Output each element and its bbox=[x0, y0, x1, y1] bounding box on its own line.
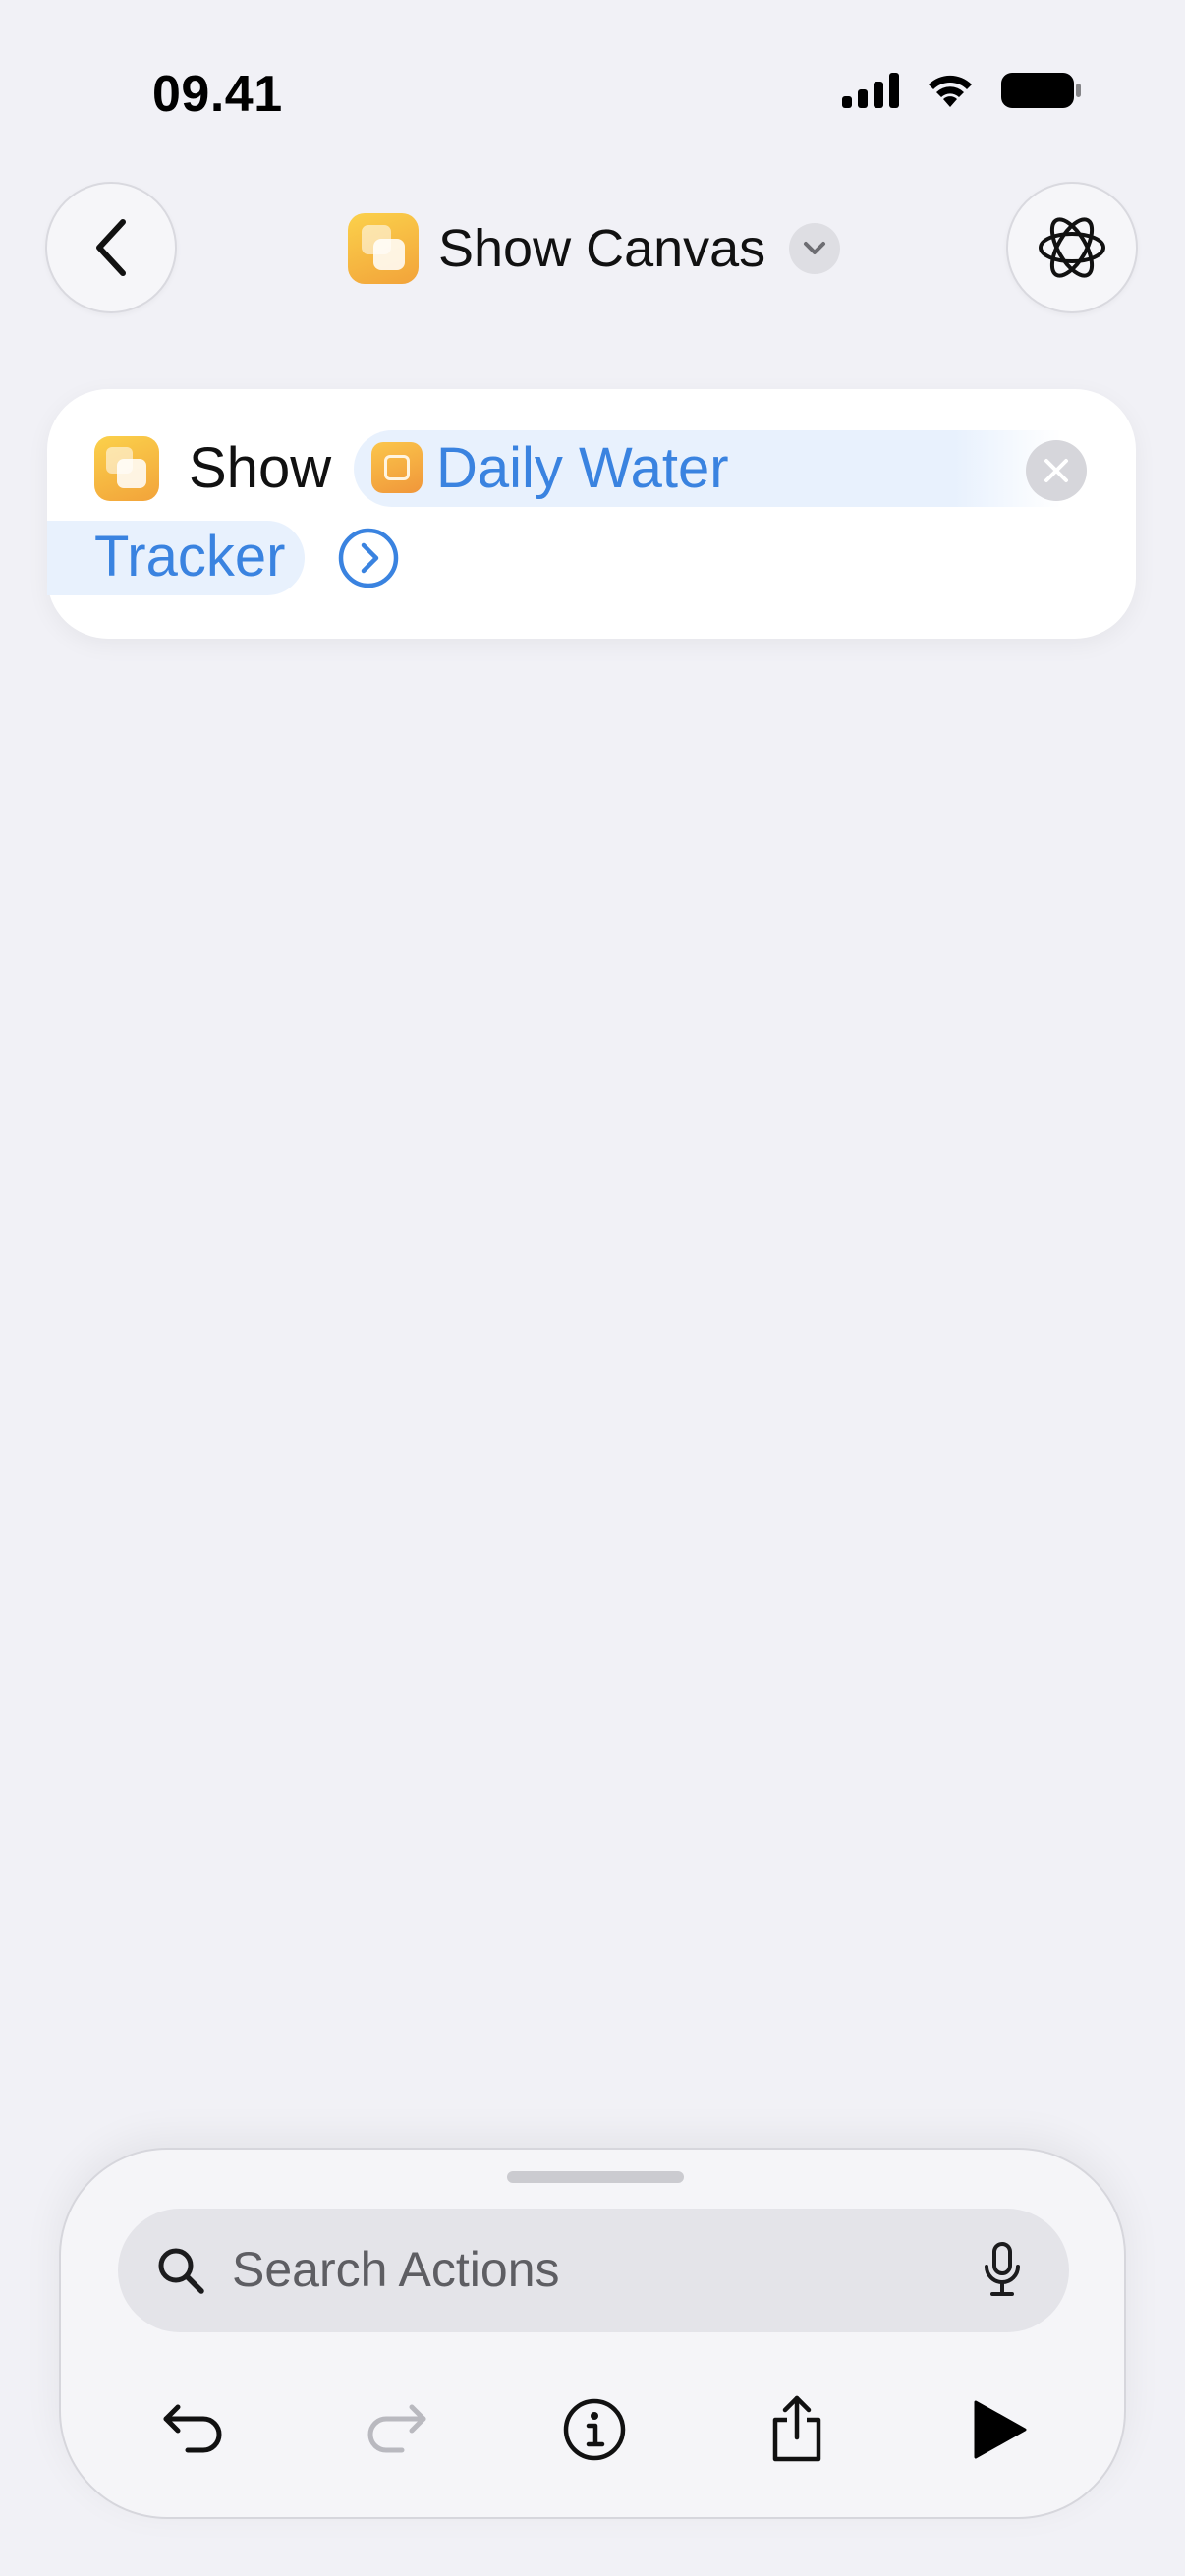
actions-bottom-sheet[interactable]: Search Actions bbox=[59, 2148, 1126, 2519]
back-button[interactable] bbox=[45, 182, 177, 313]
action-verb: Show bbox=[189, 436, 332, 500]
apple-intelligence-button[interactable] bbox=[1006, 182, 1138, 313]
share-icon bbox=[772, 2395, 821, 2462]
run-shortcut-button[interactable] bbox=[955, 2385, 1044, 2474]
search-actions-field[interactable]: Search Actions bbox=[118, 2209, 1069, 2332]
chevron-down-icon bbox=[804, 242, 826, 254]
redo-button[interactable] bbox=[352, 2385, 440, 2474]
close-icon bbox=[1044, 459, 1068, 482]
canvas-app-icon bbox=[94, 436, 159, 501]
parameter-text-line1[interactable]: Daily Water bbox=[436, 436, 729, 501]
parameter-text-line2[interactable]: Tracker bbox=[94, 525, 285, 589]
canvas-app-icon bbox=[348, 213, 419, 284]
redo-icon bbox=[367, 2404, 426, 2453]
status-icons bbox=[842, 71, 1082, 110]
sheet-grabber[interactable] bbox=[507, 2171, 684, 2183]
info-button[interactable] bbox=[550, 2385, 639, 2474]
wifi-icon bbox=[929, 75, 972, 107]
chevron-left-icon bbox=[96, 219, 126, 276]
status-time: 09.41 bbox=[152, 66, 283, 123]
clear-parameter-button[interactable] bbox=[1026, 440, 1087, 501]
shortcut-title-menu[interactable]: Show Canvas bbox=[348, 212, 841, 285]
microphone-icon[interactable] bbox=[983, 2241, 1022, 2298]
cellular-signal-icon bbox=[842, 73, 899, 108]
show-action-card[interactable]: Show Daily Water Tracker bbox=[47, 389, 1136, 639]
share-button[interactable] bbox=[753, 2385, 841, 2474]
play-icon bbox=[974, 2400, 1027, 2459]
battery-icon bbox=[1001, 73, 1081, 108]
title-menu-button[interactable] bbox=[789, 223, 841, 274]
search-input[interactable]: Search Actions bbox=[232, 2241, 560, 2298]
page-title: Show Canvas bbox=[438, 219, 766, 278]
info-icon bbox=[563, 2398, 626, 2461]
apple-intelligence-icon bbox=[1039, 217, 1105, 278]
undo-icon bbox=[163, 2404, 222, 2453]
search-icon bbox=[158, 2248, 204, 2294]
undo-button[interactable] bbox=[149, 2385, 238, 2474]
expand-action-button[interactable] bbox=[337, 527, 400, 589]
status-bar: 09.41 bbox=[0, 0, 1185, 187]
canvas-document-icon bbox=[371, 442, 423, 493]
